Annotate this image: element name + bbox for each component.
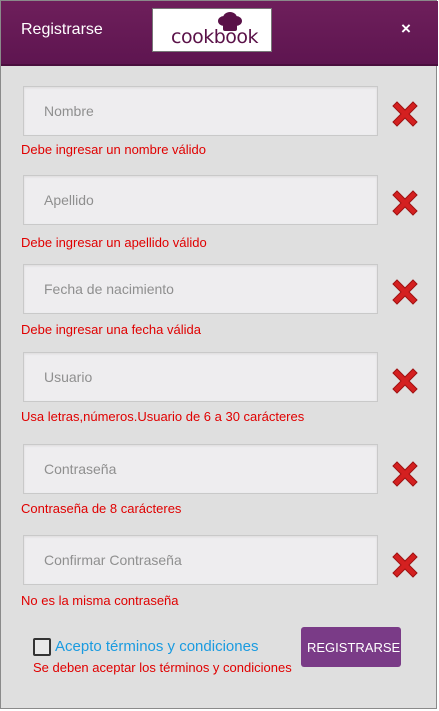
password-field[interactable] — [23, 444, 378, 494]
birthdate-field[interactable] — [23, 264, 378, 314]
first-name-input[interactable] — [24, 87, 377, 135]
birthdate-error: Debe ingresar una fecha válida — [21, 322, 201, 337]
error-x-icon — [392, 552, 418, 578]
confirm-password-error: No es la misma contraseña — [21, 593, 179, 608]
cookbook-logo: cookbook — [152, 8, 272, 52]
register-button[interactable]: REGISTRARSE — [301, 627, 401, 667]
error-x-icon — [392, 101, 418, 127]
error-x-icon — [392, 279, 418, 305]
terms-error: Se deben aceptar los términos y condicio… — [33, 660, 292, 675]
first-name-error: Debe ingresar un nombre válido — [21, 142, 206, 157]
error-x-icon — [392, 368, 418, 394]
logo-text: cookbook — [171, 26, 259, 48]
username-input[interactable] — [24, 353, 377, 401]
last-name-input[interactable] — [24, 176, 377, 224]
confirm-password-input[interactable] — [24, 536, 377, 584]
first-name-field[interactable] — [23, 86, 378, 136]
username-field[interactable] — [23, 352, 378, 402]
last-name-field[interactable] — [23, 175, 378, 225]
terms-label[interactable]: Acepto términos y condiciones — [55, 638, 258, 655]
password-error: Contraseña de 8 carácteres — [21, 501, 182, 516]
confirm-password-field[interactable] — [23, 535, 378, 585]
close-button[interactable]: × — [397, 19, 415, 41]
error-x-icon — [392, 461, 418, 487]
dialog-title: Registrarse — [21, 21, 103, 38]
terms-checkbox[interactable] — [33, 638, 51, 656]
error-x-icon — [392, 190, 418, 216]
username-error: Usa letras,números.Usuario de 6 a 30 car… — [21, 409, 305, 424]
birthdate-input[interactable] — [24, 265, 377, 313]
password-input[interactable] — [24, 445, 377, 493]
last-name-error: Debe ingresar un apellido válido — [21, 235, 207, 250]
register-dialog: Registrarse cookbook × Debe ingresar un … — [0, 0, 438, 709]
dialog-header: Registrarse cookbook × — [1, 1, 438, 66]
